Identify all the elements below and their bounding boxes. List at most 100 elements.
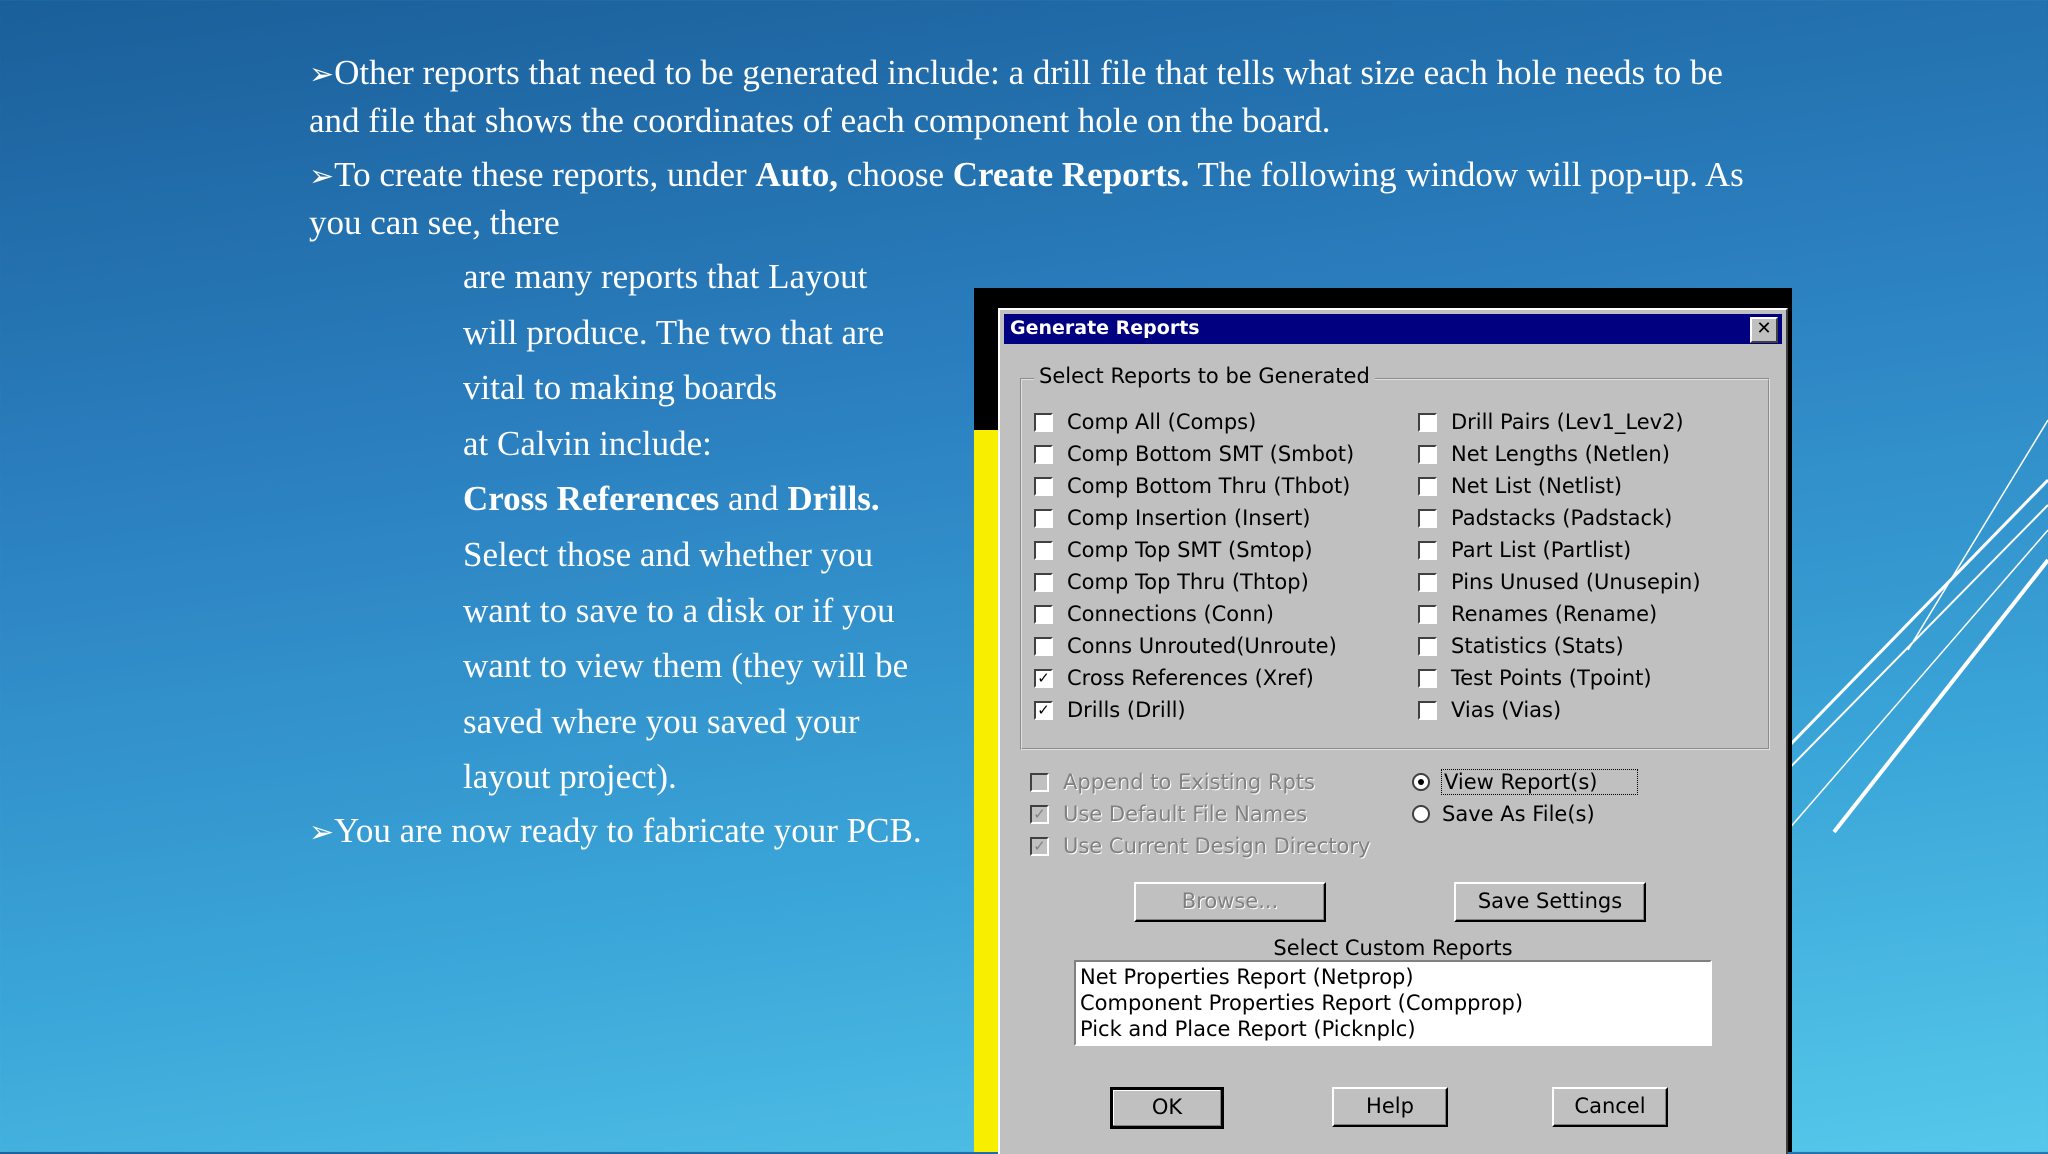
bullet-paragraph-2: ➢To create these reports, under Auto, ch… <box>309 152 1749 246</box>
append-existing-checkbox: Append to Existing Rpts <box>1030 768 1315 796</box>
report-checkbox[interactable]: Conns Unrouted(Unroute) <box>1034 632 1337 660</box>
indent-line: want to save to a disk or if you <box>463 591 895 630</box>
indent-line: want to view them (they will be <box>463 646 909 685</box>
checkbox-box <box>1034 476 1053 496</box>
groupbox-label: Select Reports to be Generated <box>1034 364 1375 388</box>
reports-groupbox: Select Reports to be Generated Comp All … <box>1020 364 1770 750</box>
checkbox-label: Comp Top SMT (Smtop) <box>1067 538 1313 562</box>
checkbox-label: Use Default File Names <box>1063 802 1308 826</box>
create-reports-name: Create Reports. <box>952 155 1190 194</box>
report-checkbox[interactable]: Comp Top SMT (Smtop) <box>1034 536 1313 564</box>
checkbox-box <box>1418 508 1437 528</box>
checkbox-box: ✓ <box>1030 836 1049 856</box>
custom-reports-label: Select Custom Reports <box>1273 936 1513 960</box>
checkbox-box <box>1418 540 1437 560</box>
report-checkbox[interactable]: Part List (Partlist) <box>1418 536 1631 564</box>
report-checkbox[interactable]: Net List (Netlist) <box>1418 472 1622 500</box>
report-checkbox[interactable]: Comp Insertion (Insert) <box>1034 504 1311 532</box>
checkbox-box <box>1030 772 1049 792</box>
report-checkbox[interactable]: Comp All (Comps) <box>1034 408 1256 436</box>
checkbox-label: Statistics (Stats) <box>1451 634 1624 658</box>
checkbox-box <box>1034 604 1053 624</box>
checkbox-label: Part List (Partlist) <box>1451 538 1632 562</box>
indent-line: at Calvin include: <box>463 424 712 463</box>
checkbox-label: Use Current Design Directory <box>1063 834 1371 858</box>
report-checkbox[interactable]: Vias (Vias) <box>1418 696 1561 724</box>
dialog-titlebar[interactable]: Generate Reports ✕ <box>1004 314 1782 344</box>
dialog-title: Generate Reports <box>1010 317 1200 339</box>
custom-reports-listbox[interactable]: Net Properties Report (Netprop) Componen… <box>1074 960 1712 1046</box>
checkbox-label: Comp Top Thru (Thtop) <box>1067 570 1309 594</box>
checkbox-label: Conns Unrouted(Unroute) <box>1067 634 1337 658</box>
decorative-lines <box>1748 419 2048 834</box>
paragraph-2-text-b: choose <box>838 155 953 194</box>
checkbox-box <box>1418 572 1437 592</box>
auto-menu-name: Auto, <box>755 155 839 194</box>
bullet-paragraph-1: ➢Other reports that need to be generated… <box>309 50 1749 144</box>
checkbox-label: Cross References (Xref) <box>1067 666 1314 690</box>
checkbox-label: Comp All (Comps) <box>1067 410 1257 434</box>
ok-button[interactable]: OK <box>1110 1087 1224 1129</box>
radio-label: Save As File(s) <box>1442 802 1595 826</box>
indent-line: layout project). <box>463 757 677 796</box>
report-checkbox[interactable]: ✓ Cross References (Xref) <box>1034 664 1314 692</box>
default-file-names-checkbox: ✓ Use Default File Names <box>1030 800 1307 828</box>
and-word: and <box>719 479 788 518</box>
save-as-files-radio[interactable]: Save As File(s) <box>1412 800 1595 828</box>
report-checkbox[interactable]: Statistics (Stats) <box>1418 632 1624 660</box>
bullet-arrow-icon: ➢ <box>309 57 335 92</box>
checkbox-box <box>1418 668 1437 688</box>
checkbox-box <box>1418 412 1437 432</box>
report-checkbox[interactable]: Test Points (Tpoint) <box>1418 664 1652 692</box>
paragraph-4-text: You are now ready to fabricate your PCB. <box>334 811 922 850</box>
list-item[interactable]: Net Properties Report (Netprop) <box>1080 964 1706 990</box>
save-settings-button[interactable]: Save Settings <box>1454 882 1646 922</box>
bullet-paragraph-4: ➢You are now ready to fabricate your PCB… <box>309 808 1009 856</box>
indent-line: will produce. The two that are <box>463 313 885 352</box>
radio-dot <box>1412 773 1430 791</box>
report-checkbox[interactable]: Comp Top Thru (Thtop) <box>1034 568 1309 596</box>
report-checkbox[interactable]: Pins Unused (Unusepin) <box>1418 568 1701 596</box>
current-design-dir-checkbox: ✓ Use Current Design Directory <box>1030 832 1370 860</box>
checkbox-label: Net Lengths (Netlen) <box>1451 442 1670 466</box>
checkbox-box <box>1418 636 1437 656</box>
checkbox-label: Padstacks (Padstack) <box>1451 506 1673 530</box>
report-checkbox[interactable]: Padstacks (Padstack) <box>1418 504 1672 532</box>
list-item[interactable]: Pick and Place Report (Picknplc) <box>1080 1016 1706 1042</box>
checkbox-label: Test Points (Tpoint) <box>1451 666 1652 690</box>
view-reports-radio[interactable]: View Report(s) <box>1412 768 1639 796</box>
help-button[interactable]: Help <box>1332 1087 1448 1127</box>
report-checkbox[interactable]: ✓ Drills (Drill) <box>1034 696 1186 724</box>
indent-line: are many reports that Layout <box>463 257 868 296</box>
report-checkbox[interactable]: Comp Bottom SMT (Smbot) <box>1034 440 1354 468</box>
close-icon[interactable]: ✕ <box>1750 317 1778 343</box>
checkbox-label: Drill Pairs (Lev1_Lev2) <box>1451 410 1684 434</box>
checkbox-label: Connections (Conn) <box>1067 602 1274 626</box>
generate-reports-dialog: Generate Reports ✕ Select Reports to be … <box>998 308 1788 1154</box>
report-checkbox[interactable]: Renames (Rename) <box>1418 600 1657 628</box>
list-item[interactable]: Component Properties Report (Compprop) <box>1080 990 1706 1016</box>
checkbox-label: Renames (Rename) <box>1451 602 1658 626</box>
checkbox-box <box>1418 476 1437 496</box>
indent-line: saved where you saved your <box>463 702 860 741</box>
checkbox-box <box>1418 604 1437 624</box>
checkbox-box <box>1418 700 1437 720</box>
report-checkbox[interactable]: Connections (Conn) <box>1034 600 1274 628</box>
report-checkbox[interactable]: Net Lengths (Netlen) <box>1418 440 1670 468</box>
browse-button: Browse... <box>1134 882 1326 922</box>
checkbox-box <box>1034 444 1053 464</box>
checkbox-label: Comp Bottom Thru (Thbot) <box>1067 474 1351 498</box>
bullet-arrow-icon: ➢ <box>309 159 335 194</box>
checkbox-box <box>1034 412 1053 432</box>
checkbox-box <box>1034 540 1053 560</box>
paragraph-1-text: Other reports that need to be generated … <box>309 53 1723 140</box>
checkbox-label: Vias (Vias) <box>1451 698 1562 722</box>
report-checkbox[interactable]: Drill Pairs (Lev1_Lev2) <box>1418 408 1684 436</box>
report-checkbox[interactable]: Comp Bottom Thru (Thbot) <box>1034 472 1350 500</box>
cancel-button[interactable]: Cancel <box>1552 1087 1668 1127</box>
checkbox-label: Comp Insertion (Insert) <box>1067 506 1311 530</box>
checkbox-box: ✓ <box>1030 804 1049 824</box>
checkbox-box: ✓ <box>1034 668 1053 688</box>
drills-term: Drills. <box>787 479 880 518</box>
checkbox-box: ✓ <box>1034 700 1053 720</box>
